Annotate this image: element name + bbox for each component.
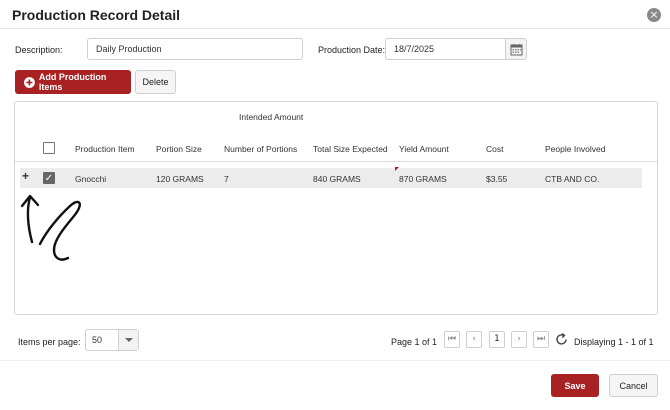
next-page-icon[interactable]: › [511, 331, 527, 348]
column-header-total-size-expected[interactable]: Total Size Expected [313, 144, 388, 154]
row-checkbox[interactable]: ✓ [43, 172, 55, 184]
intended-amount-group-header: Intended Amount [239, 112, 304, 122]
refresh-icon[interactable] [554, 332, 569, 347]
first-page-icon[interactable]: ⏮ [444, 331, 460, 348]
calendar-icon [510, 43, 522, 55]
production-date-label: Production Date: [318, 45, 386, 55]
dialog-title: Production Record Detail [12, 7, 181, 23]
cell-production-item: Gnocchi [75, 174, 107, 184]
items-per-page-select[interactable]: 50 [85, 329, 139, 351]
page-indicator: Page 1 of 1 [391, 337, 438, 347]
items-per-page-label: Items per page: [18, 337, 81, 347]
current-page-button[interactable]: 1 [489, 331, 505, 348]
last-page-icon[interactable]: ⏭ [533, 331, 549, 348]
cancel-button[interactable]: Cancel [609, 374, 658, 397]
cell-people-involved: CTB AND CO. [545, 174, 600, 184]
column-header-people-involved[interactable]: People Involved [545, 144, 606, 154]
dirty-cell-marker [395, 167, 399, 171]
add-production-items-label: Add Production Items [38, 72, 107, 92]
delete-button[interactable]: Delete [135, 70, 176, 94]
production-items-grid [14, 101, 658, 315]
production-date-field[interactable]: 18/7/2025 [385, 38, 506, 60]
column-header-cost[interactable]: Cost [486, 144, 503, 154]
close-icon[interactable]: × [647, 8, 661, 22]
cell-cost: $3.55 [486, 174, 508, 184]
cell-number-of-portions: 7 [224, 174, 229, 184]
expand-icon[interactable]: + [22, 169, 29, 183]
column-header-production-item[interactable]: Production Item [75, 144, 135, 154]
handwritten-arrow-annotation [20, 194, 81, 261]
displaying-count: Displaying 1 - 1 of 1 [574, 337, 654, 347]
column-header-number-of-portions[interactable]: Number of Portions [224, 144, 297, 154]
select-all-checkbox[interactable] [43, 142, 55, 154]
column-header-portion-size[interactable]: Portion Size [156, 144, 202, 154]
cell-yield-amount[interactable]: 870 GRAMS [399, 174, 447, 184]
description-label: Description: [15, 45, 63, 55]
cell-portion-size: 120 GRAMS [156, 174, 204, 184]
production-record-dialog: Production Record Detail × Description: … [0, 0, 670, 410]
dropdown-caret-icon[interactable] [118, 330, 138, 350]
save-button[interactable]: Save [551, 374, 599, 397]
header-divider [0, 28, 670, 29]
items-per-page-value: 50 [92, 335, 103, 345]
header-row-divider [15, 161, 657, 162]
plus-circle-icon [24, 76, 35, 88]
description-field[interactable]: Daily Production [87, 38, 303, 60]
footer-divider [0, 360, 670, 361]
cell-total-size-expected: 840 GRAMS [313, 174, 361, 184]
prev-page-icon[interactable]: ‹ [466, 331, 482, 348]
column-header-yield-amount[interactable]: Yield Amount [399, 144, 449, 154]
calendar-button[interactable] [505, 38, 527, 60]
add-production-items-button[interactable]: Add Production Items [15, 70, 131, 94]
